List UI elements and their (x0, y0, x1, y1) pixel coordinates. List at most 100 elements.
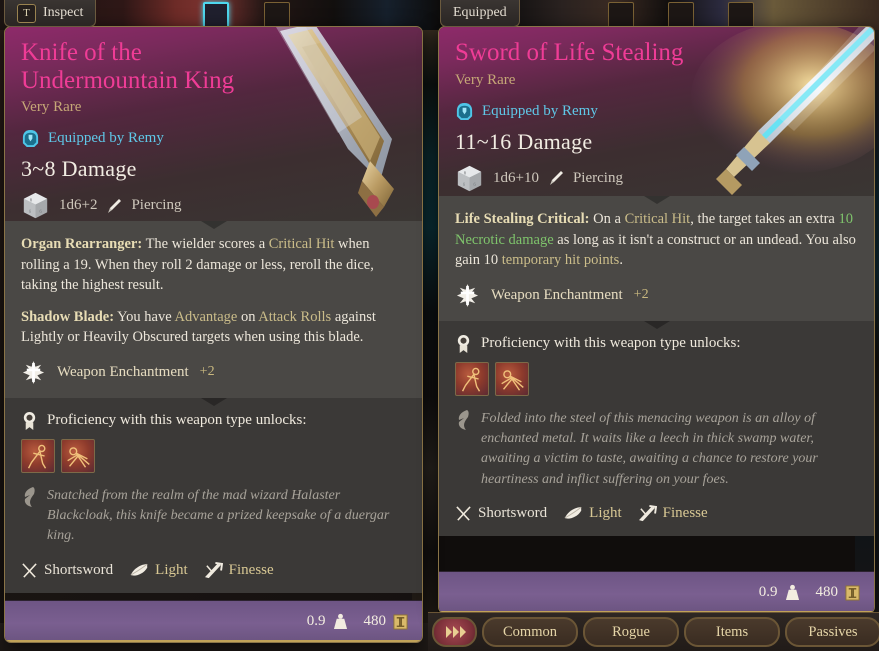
piercing-damage-icon (549, 171, 563, 185)
proficiency-title: Proficiency with this weapon type unlock… (47, 411, 307, 428)
weight-icon (785, 584, 799, 600)
weight-icon (333, 613, 347, 629)
tooltip-footer: 0.9 480 (5, 600, 422, 642)
enchantment-icon (22, 360, 45, 384)
value-stat: 480 (364, 613, 409, 630)
piercing-damage-icon (108, 198, 122, 213)
lore-quill-icon (458, 409, 469, 430)
item-rarity: Very Rare (455, 71, 516, 88)
helmet-icon (22, 129, 39, 148)
enchantment-icon (456, 283, 479, 307)
proficiency-icon-list (21, 438, 406, 473)
property-label: Finesse (662, 505, 708, 522)
section-notch (200, 397, 227, 406)
damage-range: 11~16 Damage (455, 128, 593, 154)
hotbar-toggle-button[interactable] (432, 617, 477, 647)
property-label: Shortsword (478, 505, 548, 522)
inventory-slot[interactable] (264, 2, 290, 28)
medal-icon (23, 411, 36, 430)
flavor-text-row: Snatched from the realm of the mad wizar… (21, 486, 406, 547)
equipped-by-row: Equipped by Remy (455, 102, 858, 121)
medal-icon (457, 334, 470, 353)
proficiency-icon-list (455, 361, 858, 396)
hotbar-tab-rogue[interactable]: Rogue (583, 617, 679, 647)
item-tooltip-right: Sword of Life Stealing Very Rare Equippe… (438, 26, 875, 614)
finesse-arrow-icon (204, 561, 223, 578)
item-name: Sword of Life Stealing (455, 39, 684, 66)
chevrons-right-icon (445, 626, 466, 638)
hotbar-tab-items[interactable]: Items (684, 617, 780, 647)
property-label: Finesse (228, 562, 274, 579)
feather-icon (564, 507, 582, 520)
helmet-icon (456, 102, 473, 120)
proficiency-title-row: Proficiency with this weapon type unlock… (21, 411, 406, 430)
tab-inspect[interactable]: T Inspect (4, 0, 97, 27)
lore-quill-icon (24, 486, 35, 507)
damage-type: Piercing (131, 197, 182, 213)
property-shortsword: Shortsword (455, 505, 547, 522)
property-label: Shortsword (44, 562, 114, 579)
rush-attack-skill-icon[interactable] (61, 438, 95, 473)
item-rarity: Very Rare (21, 99, 82, 115)
property-light: Light (129, 562, 188, 579)
equipped-by-label: Equipped by Remy (48, 130, 164, 146)
item-tooltip-left: Knife of the Undermountain King Very Rar… (4, 26, 423, 643)
damage-dice-row: 6 6 6 1d6+2 Piercing (21, 191, 406, 220)
section-notch (643, 320, 670, 329)
inventory-slot[interactable] (668, 2, 694, 28)
dice-icon: 6 6 6 (457, 165, 482, 191)
proficiency-title-row: Proficiency with this weapon type unlock… (455, 334, 858, 353)
gold-value: 480 (815, 584, 839, 600)
tab-equipped[interactable]: Equipped (440, 0, 520, 27)
enchantment-label: Weapon Enchantment (57, 363, 189, 380)
weight-stat: 0.9 (759, 584, 800, 601)
dice-icon: 6 6 6 (23, 192, 48, 219)
hotbar-tab-passives[interactable]: Passives (785, 617, 879, 647)
damage-type: Piercing (572, 169, 623, 186)
enchantment-value: +2 (199, 364, 215, 380)
property-label: Light (155, 562, 188, 579)
flavor-text: Snatched from the realm of the mad wizar… (47, 487, 390, 544)
value-stat: 480 (816, 584, 861, 601)
tooltip-footer: 0.9 480 (439, 571, 874, 613)
tooltip-proficiency-section: Proficiency with this weapon type unlock… (5, 397, 422, 593)
weapon-enchantment-row: Weapon Enchantment +2 (455, 283, 858, 308)
effect-title: Organ Rearranger: (21, 236, 143, 252)
inventory-slot[interactable] (608, 2, 634, 28)
tooltip-header: Knife of the Undermountain King Very Rar… (5, 27, 422, 221)
proficiency-title: Proficiency with this weapon type unlock… (481, 334, 741, 351)
effect-title: Life Stealing Critical: (455, 211, 590, 227)
property-shortsword: Shortsword (21, 562, 113, 579)
flavor-text-row: Folded into the steel of this menacing w… (455, 409, 858, 490)
enchantment-label: Weapon Enchantment (491, 286, 623, 303)
section-notch (200, 221, 227, 229)
item-name: Knife of the Undermountain King (21, 39, 235, 94)
piercing-strike-skill-icon[interactable] (21, 438, 55, 473)
tooltip-effects-section: Organ Rearranger: The wielder scores a C… (5, 221, 422, 398)
property-finesse: Finesse (204, 561, 274, 580)
effect-paragraph: Shadow Blade: You have Advantage on Atta… (21, 307, 406, 348)
damage-dice: 1d6+2 (59, 197, 98, 213)
equipped-by-label: Equipped by Remy (482, 102, 598, 119)
hotbar: Common Rogue Items Passives (428, 612, 879, 651)
equipped-by-row: Equipped by Remy (21, 129, 406, 148)
effect-paragraph: Life Stealing Critical: On a Critical Hi… (455, 209, 858, 271)
inventory-slot-selected[interactable] (203, 2, 229, 28)
property-light: Light (563, 505, 622, 522)
gold-coin-icon (845, 585, 860, 600)
tab-equipped-label: Equipped (453, 5, 507, 20)
crossed-swords-icon (22, 563, 37, 578)
feather-icon (130, 564, 148, 576)
hotbar-tab-common[interactable]: Common (482, 617, 578, 647)
damage-dice: 1d6+10 (493, 169, 539, 186)
rush-attack-skill-icon[interactable] (495, 361, 529, 396)
gold-coin-icon (393, 614, 408, 629)
gold-value: 480 (363, 613, 387, 629)
property-finesse: Finesse (638, 504, 708, 523)
keybind-badge: T (17, 3, 36, 23)
effect-title: Shadow Blade: (21, 308, 115, 325)
piercing-strike-skill-icon[interactable] (455, 361, 489, 396)
inventory-slot[interactable] (728, 2, 754, 28)
section-notch (643, 196, 670, 204)
tooltip-header: Sword of Life Stealing Very Rare Equippe… (439, 27, 874, 196)
